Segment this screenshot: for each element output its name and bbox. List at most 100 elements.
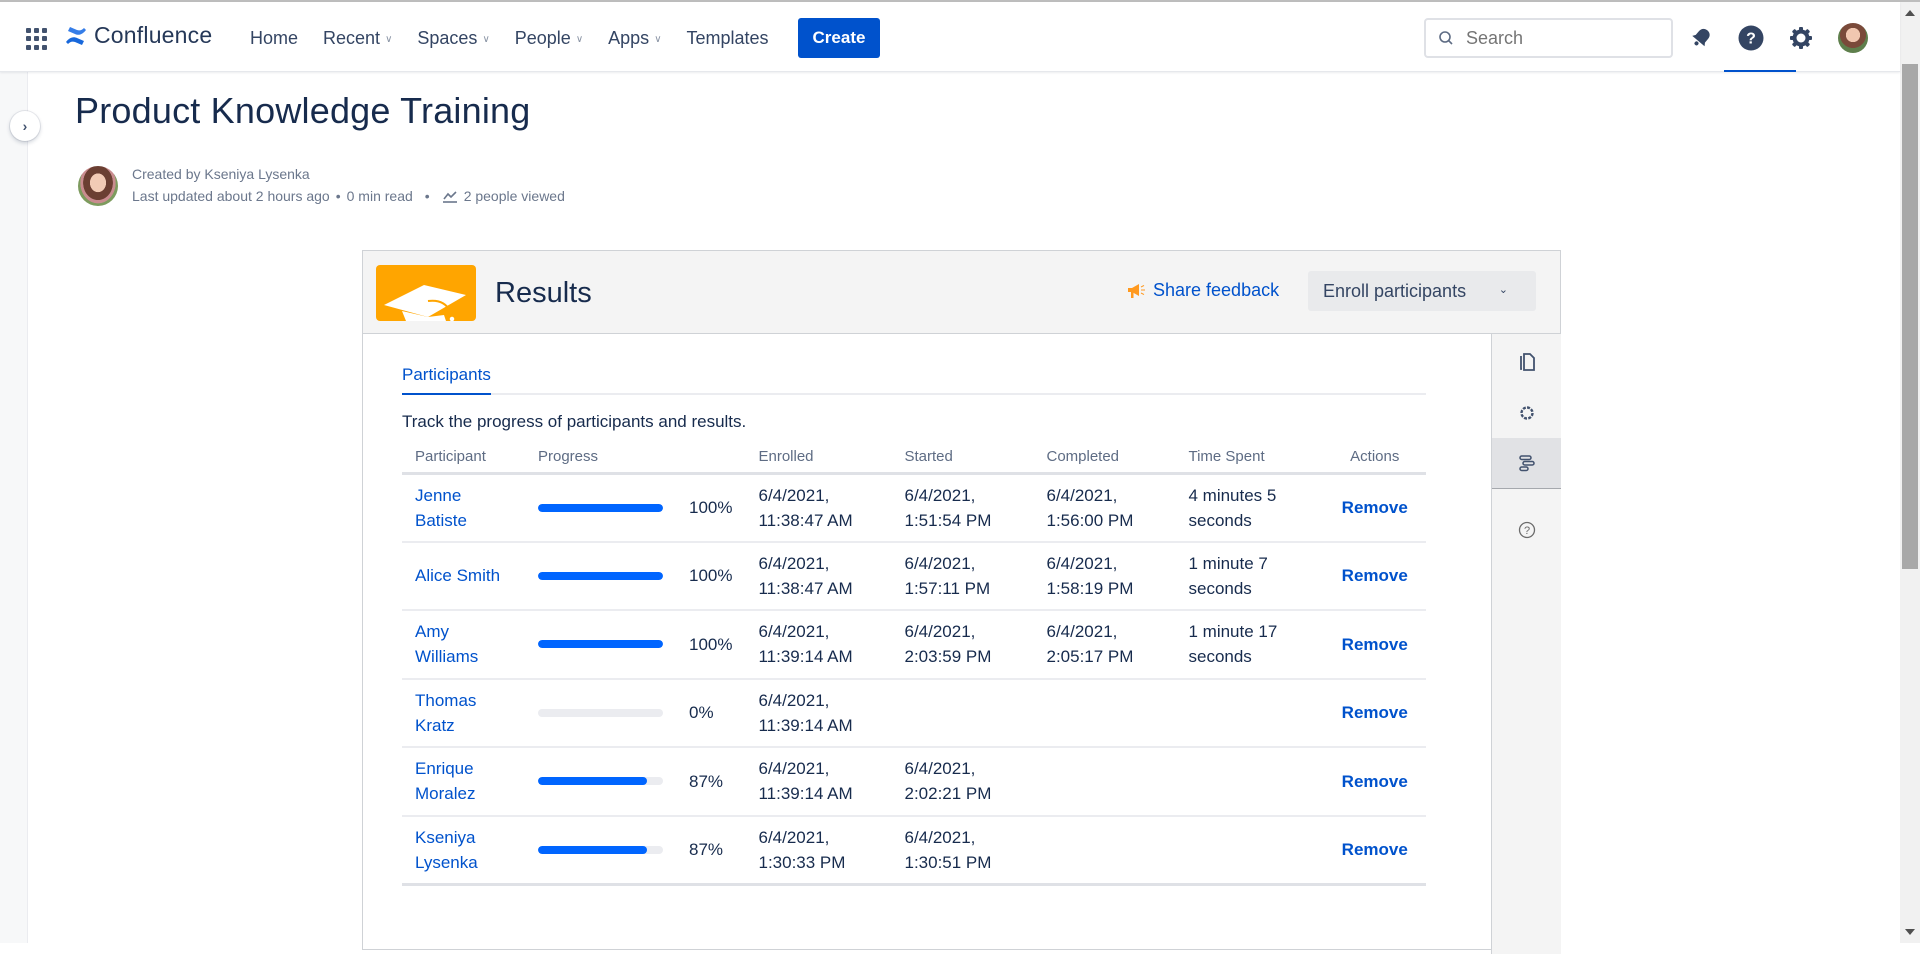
remove-participant-button[interactable]: Remove (1342, 772, 1408, 791)
participant-link[interactable]: Thomas Kratz (415, 691, 476, 735)
macro-header: Results Share feedback Enroll participan… (363, 251, 1560, 334)
created-by: Created by Kseniya Lysenka (132, 166, 310, 182)
chevron-down-icon: ⌄ (1498, 284, 1508, 296)
page-views[interactable]: 2 people viewed (442, 185, 565, 207)
time-spent-cell: 1 minute 17 seconds (1175, 610, 1324, 680)
nav-item-spaces[interactable]: Spaces ∨ (417, 28, 489, 49)
collapsed-sidebar (0, 72, 28, 943)
active-indicator (1724, 70, 1796, 72)
completed-cell: 6/4/2021, 2:05:17 PM (1033, 610, 1176, 680)
page-title: Product Knowledge Training (75, 90, 531, 131)
enrolled-cell: 6/4/2021, 11:39:14 AM (745, 747, 892, 817)
search-icon (1439, 31, 1453, 45)
share-feedback-link[interactable]: Share feedback (1127, 280, 1279, 301)
participant-cell: Enrique Moralez (402, 747, 525, 817)
enrolled-cell: 6/4/2021, 11:39:14 AM (745, 678, 892, 748)
participant-cell: Kseniya Lysenka (402, 815, 525, 886)
remove-participant-button[interactable]: Remove (1342, 498, 1408, 517)
create-button[interactable]: Create (798, 18, 880, 58)
nav-item-recent[interactable]: Recent ∨ (323, 28, 392, 49)
nav-item-label: Home (250, 28, 299, 48)
nav-item-templates[interactable]: Templates (687, 28, 769, 49)
column-header-progress: Progress (525, 442, 746, 475)
tab-description: Track the progress of participants and r… (402, 412, 747, 431)
time-spent-cell: 1 minute 7 seconds (1175, 541, 1324, 611)
completed-cell (1033, 678, 1176, 748)
nav-item-label: Apps (608, 28, 650, 48)
copy-button[interactable] (1492, 336, 1561, 387)
notifications-icon[interactable] (1687, 24, 1715, 52)
actions-cell: Remove (1323, 610, 1426, 680)
training-results-macro: Results Share feedback Enroll participan… (362, 250, 1561, 954)
enroll-participants-dropdown[interactable]: Enroll participants ⌄ (1308, 271, 1536, 311)
scroll-up-arrow-icon[interactable] (1905, 10, 1915, 16)
help-icon[interactable]: ? (1737, 24, 1765, 52)
results-button[interactable] (1492, 438, 1561, 489)
profile-avatar[interactable] (1838, 23, 1868, 53)
primary-nav: Home Recent ∨ Spaces ∨ People ∨ Apps ∨ Templates (250, 28, 794, 49)
column-header-completed: Completed (1033, 442, 1176, 475)
enrolled-cell: 6/4/2021, 1:30:33 PM (745, 815, 892, 886)
expand-sidebar-button[interactable]: › (10, 111, 40, 141)
remove-participant-button[interactable]: Remove (1342, 840, 1408, 859)
participant-link[interactable]: Jenne Batiste (415, 486, 467, 530)
remove-participant-button[interactable]: Remove (1342, 566, 1408, 585)
app-switcher-icon[interactable] (26, 28, 48, 50)
remove-participant-button[interactable]: Remove (1342, 703, 1408, 722)
settings-icon (1519, 405, 1534, 420)
nav-item-home[interactable]: Home (250, 28, 298, 49)
time-spent-cell: 4 minutes 5 seconds (1175, 473, 1324, 543)
enrolled-cell: 6/4/2021, 11:39:14 AM (745, 610, 892, 680)
participant-cell: Thomas Kratz (402, 678, 525, 748)
progress-percent: 100% (689, 566, 733, 586)
macro-title: Results (495, 277, 592, 309)
enroll-participants-label: Enroll participants (1323, 280, 1467, 301)
top-navigation-bar: Confluence Home Recent ∨ Spaces ∨ People ∨ Apps… (0, 2, 1900, 72)
settings-icon[interactable] (1787, 24, 1815, 52)
progress-bar (538, 708, 663, 717)
search-box[interactable] (1424, 18, 1673, 58)
started-cell: 6/4/2021, 1:51:54 PM (891, 473, 1034, 543)
macro-help-button[interactable]: ? (1492, 504, 1561, 555)
confluence-logo[interactable]: Confluence (64, 22, 212, 49)
scroll-down-arrow-icon[interactable] (1905, 929, 1915, 935)
progress-cell: 100% (525, 541, 746, 611)
progress-percent: 100% (689, 634, 733, 654)
actions-cell: Remove (1323, 541, 1426, 611)
tab-participants[interactable]: Participants (402, 365, 491, 395)
participant-cell: Alice Smith (402, 541, 525, 611)
table-header-row: Participant Progress Enrolled Started Co… (402, 442, 1426, 475)
participant-link[interactable]: Alice Smith (415, 566, 500, 585)
author-avatar[interactable] (78, 166, 118, 206)
progress-bar-fill (538, 571, 663, 580)
nav-item-apps[interactable]: Apps ∨ (608, 28, 661, 49)
copy-icon (1519, 352, 1535, 371)
progress-percent: 100% (689, 498, 733, 517)
nav-item-label: Templates (686, 28, 769, 48)
separator-dot: • (424, 188, 430, 204)
nav-item-label: Spaces (417, 28, 478, 48)
search-input[interactable] (1466, 27, 1656, 49)
participant-link[interactable]: Amy Williams (415, 622, 478, 666)
progress-bar (538, 845, 663, 854)
participant-link[interactable]: Kseniya Lysenka (415, 828, 478, 872)
nav-item-people[interactable]: People ∨ (515, 28, 583, 49)
macro-settings-button[interactable] (1492, 387, 1561, 438)
progress-bar (538, 571, 663, 580)
chevron-down-icon: ∨ (654, 34, 662, 45)
read-time: 0 min read (346, 188, 413, 204)
participant-link[interactable]: Enrique Moralez (415, 759, 475, 803)
table-row: Jenne Batiste 100% 6/4/2021, 11:38:47 AM 6/… (402, 473, 1426, 543)
completed-cell (1033, 747, 1176, 817)
actions-cell: Remove (1323, 678, 1426, 748)
remove-participant-button[interactable]: Remove (1342, 635, 1408, 654)
column-header-started: Started (891, 442, 1034, 475)
scrollbar-thumb[interactable] (1902, 64, 1918, 569)
last-updated[interactable]: Last updated about 2 hours ago (132, 185, 330, 207)
time-spent-cell (1175, 815, 1324, 886)
page-scrollbar[interactable] (1900, 2, 1920, 943)
started-cell: 6/4/2021, 2:03:59 PM (891, 610, 1034, 680)
share-feedback-label: Share feedback (1153, 280, 1280, 300)
page-byline: Created by Kseniya Lysenka Last updated … (132, 163, 565, 207)
completed-cell (1033, 815, 1176, 886)
